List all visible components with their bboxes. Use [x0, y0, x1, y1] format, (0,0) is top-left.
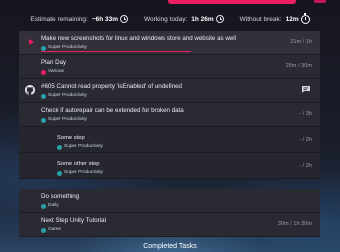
project-tag-label: Various: [48, 69, 64, 74]
project-tag-label: Super Productivity: [48, 117, 87, 122]
task-time: 21m / 1h: [290, 39, 312, 45]
project-tag: Super Productivity: [41, 93, 314, 99]
task-title[interactable]: Make new screenshots for linux and windo…: [41, 35, 281, 43]
project-tag: Super Productivity: [41, 117, 314, 123]
project-tag-label: Super Productivity: [48, 93, 87, 98]
without-break: Without break: 12m: [239, 13, 310, 24]
task-progress-bar: [41, 50, 191, 52]
working-label: Working today:: [144, 15, 188, 23]
top-accent-bar: [168, 0, 296, 4]
task-title[interactable]: Next Step Unity Tutorial: [41, 217, 281, 225]
project-tag-icon: [57, 170, 62, 176]
project-tag: Daily: [41, 203, 314, 209]
task-title[interactable]: #605 Cannot read property 'isEnabled' of…: [41, 83, 281, 91]
project-tag: Various: [41, 69, 314, 75]
project-tag-label: Game: [48, 227, 62, 232]
task-time: 30m / 1h 30m: [277, 221, 312, 227]
project-tag-label: Super Productivity: [64, 170, 103, 175]
task-list: Make new screenshots for linux and windo…: [19, 31, 320, 237]
project-tag: Super Productivity: [57, 170, 314, 176]
task-item[interactable]: Plan Day Various 25m / 30m: [19, 55, 320, 79]
task-item[interactable]: Check if autorepair can be extended for …: [19, 103, 320, 127]
subtask-item[interactable]: Some other step Super Productivity - / 2…: [19, 153, 320, 179]
task-item-current[interactable]: Make new screenshots for linux and windo…: [19, 31, 320, 55]
task-title[interactable]: Check if autorepair can be extended for …: [41, 107, 281, 115]
working-value: 1h 26m: [191, 15, 214, 23]
project-tag-icon: [41, 117, 46, 123]
task-item[interactable]: Do something Daily: [19, 189, 320, 213]
project-tag-label: Super Productivity: [64, 144, 103, 149]
task-item[interactable]: Next Step Unity Tutorial Game 30m / 1h 3…: [19, 213, 320, 237]
task-title[interactable]: Plan Day: [41, 59, 281, 67]
clock-icon: [120, 15, 129, 23]
working-today: Working today: 1h 26m: [144, 15, 224, 23]
break-value: 12m: [285, 15, 299, 23]
top-right-accent: [314, 0, 326, 3]
project-tag: Game: [41, 227, 314, 233]
estimate-remaining: Estimate remaining: ~6h 33m: [30, 15, 129, 23]
task-item[interactable]: #605 Cannot read property 'isEnabled' of…: [19, 79, 320, 103]
project-tag-icon: [41, 93, 46, 99]
task-title[interactable]: Do something: [41, 193, 281, 201]
clock-icon: [215, 15, 224, 23]
task-time: - / 3h: [299, 111, 312, 117]
completed-tasks-heading[interactable]: Completed Tasks: [0, 243, 340, 250]
project-tag-icon: [41, 227, 46, 233]
project-tag-icon: [41, 203, 46, 209]
estimate-label: Estimate remaining:: [30, 15, 88, 23]
timer-icon: [300, 13, 310, 24]
github-icon: [25, 85, 35, 95]
project-tag-label: Daily: [48, 203, 59, 208]
list-gap: [19, 179, 320, 189]
subtask-title[interactable]: Some other step: [57, 160, 297, 168]
work-stats-bar: Estimate remaining: ~6h 33m Working toda…: [0, 12, 340, 26]
estimate-value: ~6h 33m: [91, 15, 119, 23]
play-icon[interactable]: [29, 39, 34, 45]
subtask-title[interactable]: Some step: [57, 134, 297, 142]
task-time: - / 2h: [299, 163, 312, 169]
subtask-item[interactable]: Some step Super Productivity - / 2h: [19, 127, 320, 153]
comment-icon[interactable]: [302, 86, 310, 93]
task-time: - / 2h: [299, 137, 312, 143]
task-time: 25m / 30m: [285, 63, 312, 69]
break-label: Without break:: [239, 15, 282, 23]
project-tag-icon: [57, 144, 62, 150]
project-tag: Super Productivity: [57, 144, 314, 150]
project-tag-icon: [41, 69, 46, 75]
